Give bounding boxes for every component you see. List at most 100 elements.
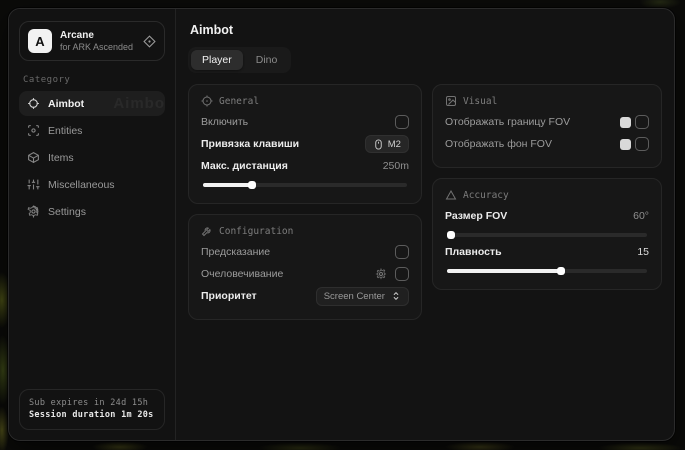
distance-value: 250m	[383, 160, 409, 172]
sidebar-item-label: Aimbot	[48, 98, 84, 110]
mouse-icon	[373, 139, 384, 150]
gear-icon	[27, 205, 40, 218]
fov-border-color-swatch[interactable]	[620, 117, 631, 128]
sliders-icon	[27, 178, 40, 191]
fov-border-row: Отображать границу FOV	[445, 111, 649, 133]
tab-player[interactable]: Player	[191, 50, 243, 70]
card-visual-header: Visual	[445, 95, 649, 107]
tab-dino[interactable]: Dino	[245, 50, 289, 70]
smoothness-label: Плавность	[445, 246, 502, 258]
smoothness-slider[interactable]	[447, 269, 647, 273]
fov-bg-label: Отображать фон FOV	[445, 138, 552, 150]
smoothness-row: Плавность 15	[445, 241, 649, 263]
card-general-header: General	[201, 95, 409, 107]
active-item-watermark: Aimbot	[113, 95, 165, 112]
priority-label: Приоритет	[201, 290, 257, 302]
cards-grid: General Включить Привязка клавиши	[188, 84, 662, 320]
left-column: General Включить Привязка клавиши	[188, 84, 422, 320]
keybind-value: M2	[388, 139, 401, 150]
fov-bg-checkbox[interactable]	[635, 137, 649, 151]
chevron-selector-icon	[391, 291, 401, 301]
right-column: Visual Отображать границу FOV Отображать…	[432, 84, 662, 290]
app-title: Arcane	[60, 30, 135, 42]
sidebar: A Arcane for ARK Ascended Category Aimbo…	[9, 9, 176, 440]
smoothness-slider-fill	[447, 269, 561, 273]
distance-slider[interactable]	[203, 183, 407, 187]
main-panel: Aimbot Player Dino Genera	[176, 9, 674, 440]
fov-bg-row: Отображать фон FOV	[445, 133, 649, 155]
card-accuracy-title: Accuracy	[463, 190, 509, 201]
card-general: General Включить Привязка клавиши	[188, 84, 422, 204]
sub-expires-text: Sub expires in 24d 15h	[29, 397, 155, 410]
card-visual-title: Visual	[463, 96, 497, 107]
fov-border-label: Отображать границу FOV	[445, 116, 570, 128]
image-icon	[445, 95, 457, 107]
fov-bg-controls	[620, 137, 649, 151]
fov-size-slider-thumb[interactable]	[447, 231, 455, 239]
tab-bar: Player Dino	[188, 47, 291, 73]
card-accuracy-header: Accuracy	[445, 189, 649, 201]
priority-dropdown[interactable]: Screen Center	[316, 287, 409, 306]
sidebar-item-settings[interactable]: Settings	[19, 199, 165, 224]
brand-text: Arcane for ARK Ascended	[60, 30, 135, 52]
keybind-button[interactable]: M2	[365, 135, 409, 153]
sidebar-item-miscellaneous[interactable]: Miscellaneous	[19, 172, 165, 197]
prediction-row: Предсказание	[201, 241, 409, 263]
sidebar-item-label: Settings	[48, 206, 86, 218]
prediction-label: Предсказание	[201, 246, 270, 258]
target-icon	[201, 95, 213, 107]
distance-slider-fill	[203, 183, 252, 187]
subscription-info-box: Sub expires in 24d 15h Session duration …	[19, 389, 165, 431]
sidebar-item-label: Miscellaneous	[48, 179, 115, 191]
crosshair-icon	[27, 97, 40, 110]
card-visual: Visual Отображать границу FOV Отображать…	[432, 84, 662, 168]
fov-bg-color-swatch[interactable]	[620, 139, 631, 150]
keybind-label: Привязка клавиши	[201, 138, 299, 150]
fov-border-controls	[620, 115, 649, 129]
enable-checkbox[interactable]	[395, 115, 409, 129]
priority-value: Screen Center	[324, 291, 385, 302]
distance-label: Макс. дистанция	[201, 160, 288, 172]
priority-row: Приоритет Screen Center	[201, 285, 409, 307]
sidebar-item-aimbot[interactable]: Aimbot Aimbot	[19, 91, 165, 116]
sidebar-item-label: Items	[48, 152, 74, 164]
sidebar-nav: Aimbot Aimbot Entities Item	[19, 91, 165, 224]
card-configuration-header: Configuration	[201, 225, 409, 237]
enable-label: Включить	[201, 116, 248, 128]
humanize-row: Очеловечивание	[201, 263, 409, 285]
category-label: Category	[23, 75, 161, 85]
app-window: A Arcane for ARK Ascended Category Aimbo…	[8, 8, 675, 441]
humanize-label: Очеловечивание	[201, 268, 283, 280]
sidebar-item-items[interactable]: Items	[19, 145, 165, 170]
triangle-icon	[445, 189, 457, 201]
scan-icon	[27, 124, 40, 137]
humanize-checkbox[interactable]	[395, 267, 409, 281]
fov-size-slider[interactable]	[447, 233, 647, 237]
target-diamond-icon	[143, 35, 156, 48]
fov-size-label: Размер FOV	[445, 210, 507, 222]
smoothness-value: 15	[637, 246, 649, 258]
fov-size-row: Размер FOV 60°	[445, 205, 649, 227]
app-subtitle: for ARK Ascended	[60, 42, 135, 52]
sidebar-item-entities[interactable]: Entities	[19, 118, 165, 143]
fov-size-value: 60°	[633, 210, 649, 222]
sidebar-item-label: Entities	[48, 125, 82, 137]
card-configuration-title: Configuration	[219, 226, 293, 237]
humanize-controls	[375, 267, 409, 281]
enable-row: Включить	[201, 111, 409, 133]
card-configuration: Configuration Предсказание Очеловечивани…	[188, 214, 422, 320]
prediction-checkbox[interactable]	[395, 245, 409, 259]
package-icon	[27, 151, 40, 164]
keybind-row: Привязка клавиши M2	[201, 133, 409, 155]
fov-border-checkbox[interactable]	[635, 115, 649, 129]
page-title: Aimbot	[190, 23, 662, 37]
smoothness-slider-thumb[interactable]	[557, 267, 565, 275]
distance-row: Макс. дистанция 250m	[201, 155, 409, 177]
card-general-title: General	[219, 96, 259, 107]
app-logo: A	[28, 29, 52, 53]
card-accuracy: Accuracy Размер FOV 60° Плавность 15	[432, 178, 662, 290]
distance-slider-thumb[interactable]	[248, 181, 256, 189]
humanize-settings-gear-icon[interactable]	[375, 268, 387, 280]
session-duration-text: Session duration 1m 20s	[29, 409, 155, 422]
wrench-icon	[201, 225, 213, 237]
